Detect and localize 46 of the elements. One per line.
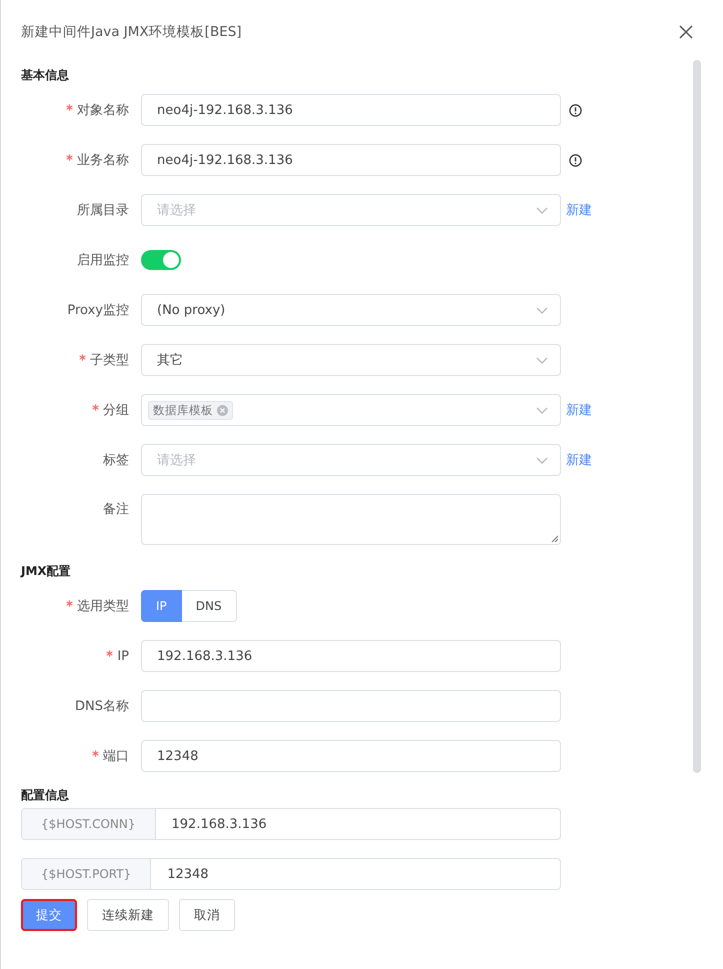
field-label: DNS名称 [75,699,129,714]
field-label: 标签 [103,453,129,468]
field-label: 分组 [103,403,129,418]
chevron-down-icon [536,407,548,414]
section-heading: 基本信息 [21,67,70,84]
field-label: 所属目录 [77,203,129,218]
scrollbar[interactable] [693,60,701,773]
section-heading: 配置信息 [21,787,70,804]
toggle-switch[interactable] [141,250,181,270]
segment-button[interactable]: DNS [182,590,237,622]
chevron-down-icon [536,207,548,214]
field-label: 备注 [103,502,129,517]
input-field[interactable]: {$HOST.PORT} 12348 [21,858,561,890]
new-link[interactable]: 新建 [566,451,592,469]
tag-chip: 数据库模板 [148,400,233,420]
form-button[interactable]: 取消 [179,899,235,931]
select-field[interactable]: 其它 [141,344,561,376]
input-field[interactable]: 192.168.3.136 [141,640,561,672]
input-field[interactable] [141,690,561,722]
field-label: 业务名称 [77,153,129,168]
field-label: Proxy监控 [67,303,129,318]
input-prefix: {$HOST.PORT} [22,859,152,889]
resize-grip-icon[interactable] [551,535,558,542]
input-field[interactable]: {$HOST.CONN} 192.168.3.136 [21,808,561,840]
textarea-field[interactable] [141,494,561,545]
form-button[interactable]: 连续新建 [87,899,169,931]
chevron-down-icon [536,307,548,314]
select-field[interactable]: (No proxy) [141,294,561,326]
field-label: 启用监控 [77,253,129,268]
input-prefix: {$HOST.CONN} [22,809,156,839]
input-field[interactable]: neo4j-192.168.3.136 [141,144,561,176]
new-link[interactable]: 新建 [566,401,592,419]
field-label: 子类型 [90,353,129,368]
field-label: 端口 [103,749,129,764]
field-label: 选用类型 [77,599,129,614]
section-heading: JMX配置 [21,563,72,580]
chevron-down-icon [536,357,548,364]
field-label: IP [117,648,129,664]
chevron-down-icon [536,457,548,464]
field-label: 对象名称 [77,103,129,118]
input-field[interactable]: neo4j-192.168.3.136 [141,94,561,126]
close-icon[interactable] [679,25,693,39]
input-field[interactable]: 12348 [141,740,561,772]
dialog-title: 新建中间件Java JMX环境模板[BES] [21,23,242,41]
select-field[interactable]: 数据库模板 [141,394,561,426]
new-link[interactable]: 新建 [566,201,592,219]
